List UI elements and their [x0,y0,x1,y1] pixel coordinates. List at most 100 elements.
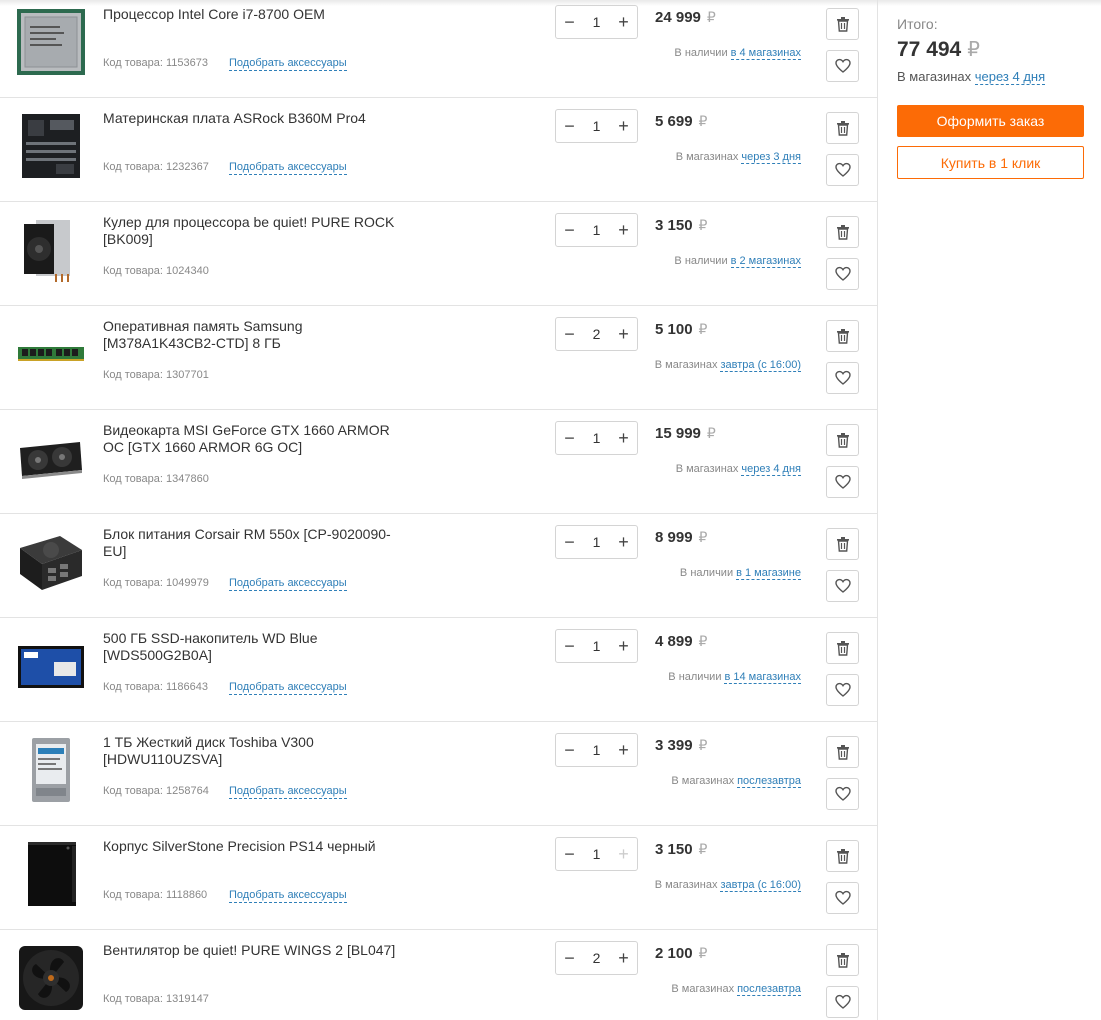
quantity-value[interactable]: 2 [583,950,610,966]
remove-item-button[interactable] [826,736,859,768]
availability-link[interactable]: завтра (с 16:00) [720,879,801,892]
increase-quantity-button[interactable]: + [610,630,637,662]
accessories-link[interactable]: Подобрать аксессуары [229,161,347,175]
availability: В магазинах завтра (с 16:00) [655,359,801,372]
summary-availability-link[interactable]: через 4 дня [974,69,1046,85]
decrease-quantity-button[interactable]: − [556,942,583,974]
availability-link[interactable]: в 4 магазинах [730,47,801,60]
increase-quantity-button[interactable]: + [610,214,637,246]
availability-link[interactable]: через 4 дня [741,463,801,476]
quantity-value[interactable]: 1 [583,534,610,550]
remove-item-button[interactable] [826,216,859,248]
cpu-image[interactable] [16,8,86,76]
increase-quantity-button[interactable]: + [610,110,637,142]
add-to-wishlist-button[interactable] [826,154,859,186]
add-to-wishlist-button[interactable] [826,258,859,290]
product-code: Код товара: 1118860 [103,889,207,901]
accessories-link[interactable]: Подобрать аксессуары [229,681,347,695]
quantity-value[interactable]: 1 [583,846,610,862]
remove-item-button[interactable] [826,112,859,144]
product-name[interactable]: Материнская плата ASRock B360M Pro4 [103,110,403,127]
accessories-link[interactable]: Подобрать аксессуары [229,577,347,591]
product-name[interactable]: Корпус SilverStone Precision PS14 черный [103,838,403,855]
add-to-wishlist-button[interactable] [826,570,859,602]
product-code: Код товара: 1319147 [103,993,209,1005]
product-name[interactable]: 1 ТБ Жесткий диск Toshiba V300 [HDWU110U… [103,734,403,768]
increase-quantity-button[interactable]: + [610,318,637,350]
availability-text: В наличии [679,567,734,579]
decrease-quantity-button[interactable]: − [556,214,583,246]
remove-item-button[interactable] [826,840,859,872]
ssd-image[interactable] [16,632,86,700]
availability-link[interactable]: послезавтра [737,775,801,788]
decrease-quantity-button[interactable]: − [556,6,583,38]
quantity-value[interactable]: 1 [583,430,610,446]
add-to-wishlist-button[interactable] [826,466,859,498]
hdd-image[interactable] [16,736,86,804]
remove-item-button[interactable] [826,944,859,976]
increase-quantity-button[interactable]: + [610,6,637,38]
gpu-image[interactable] [16,424,86,492]
product-name[interactable]: Кулер для процессора be quiet! PURE ROCK… [103,214,403,248]
motherboard-image[interactable] [16,112,86,180]
product-name[interactable]: Блок питания Corsair RM 550x [CP-9020090… [103,526,403,560]
cart-item-row: Материнская плата ASRock B360M Pro4 Код т… [0,98,878,202]
quantity-value[interactable]: 1 [583,118,610,134]
decrease-quantity-button[interactable]: − [556,526,583,558]
decrease-quantity-button[interactable]: − [556,422,583,454]
add-to-wishlist-button[interactable] [826,778,859,810]
quantity-value[interactable]: 2 [583,326,610,342]
availability-link[interactable]: в 14 магазинах [724,671,801,684]
product-name[interactable]: Видеокарта MSI GeForce GTX 1660 ARMOR OC… [103,422,403,456]
accessories-link[interactable]: Подобрать аксессуары [229,785,347,799]
cart-item-row: Кулер для процессора be quiet! PURE ROCK… [0,202,878,306]
add-to-wishlist-button[interactable] [826,674,859,706]
buy-one-click-button[interactable]: Купить в 1 клик [897,146,1084,179]
quantity-value[interactable]: 1 [583,14,610,30]
quantity-value[interactable]: 1 [583,638,610,654]
price-value: 8 999 [655,529,693,546]
decrease-quantity-button[interactable]: − [556,630,583,662]
product-code-value: 1232367 [165,161,209,173]
availability-link[interactable]: в 2 магазинах [730,255,801,268]
add-to-wishlist-button[interactable] [826,882,859,914]
increase-quantity-button[interactable]: + [610,942,637,974]
product-code-value: 1186643 [165,681,208,693]
fan-image[interactable] [16,944,86,1012]
product-code: Код товара: 1258764 [103,785,209,797]
increase-quantity-button[interactable]: + [610,526,637,558]
accessories-link[interactable]: Подобрать аксессуары [229,889,347,903]
remove-item-button[interactable] [826,320,859,352]
increase-quantity-button[interactable]: + [610,734,637,766]
remove-item-button[interactable] [826,424,859,456]
product-name[interactable]: 500 ГБ SSD-накопитель WD Blue [WDS500G2B… [103,630,403,664]
remove-item-button[interactable] [826,632,859,664]
cpu-cooler-image[interactable] [16,216,86,284]
availability-link[interactable]: послезавтра [737,983,801,996]
product-name[interactable]: Оперативная память Samsung [M378A1K43CB2… [103,318,403,352]
psu-image[interactable] [16,528,86,596]
currency-sign: ₽ [698,529,708,545]
product-price: 3 399 ₽ [655,737,707,754]
product-name[interactable]: Процессор Intel Core i7-8700 OEM [103,6,403,23]
availability-link[interactable]: завтра (с 16:00) [720,359,801,372]
case-image[interactable] [16,840,86,908]
decrease-quantity-button[interactable]: − [556,110,583,142]
product-name[interactable]: Вентилятор be quiet! PURE WINGS 2 [BL047… [103,942,403,959]
remove-item-button[interactable] [826,528,859,560]
quantity-value[interactable]: 1 [583,742,610,758]
add-to-wishlist-button[interactable] [826,362,859,394]
remove-item-button[interactable] [826,8,859,40]
checkout-button[interactable]: Оформить заказ [897,105,1084,137]
ram-image[interactable] [16,320,86,388]
decrease-quantity-button[interactable]: − [556,838,583,870]
add-to-wishlist-button[interactable] [826,986,859,1018]
quantity-value[interactable]: 1 [583,222,610,238]
increase-quantity-button[interactable]: + [610,422,637,454]
availability-link[interactable]: через 3 дня [741,151,801,164]
add-to-wishlist-button[interactable] [826,50,859,82]
accessories-link[interactable]: Подобрать аксессуары [229,57,347,71]
decrease-quantity-button[interactable]: − [556,734,583,766]
availability-link[interactable]: в 1 магазине [736,567,801,580]
decrease-quantity-button[interactable]: − [556,318,583,350]
